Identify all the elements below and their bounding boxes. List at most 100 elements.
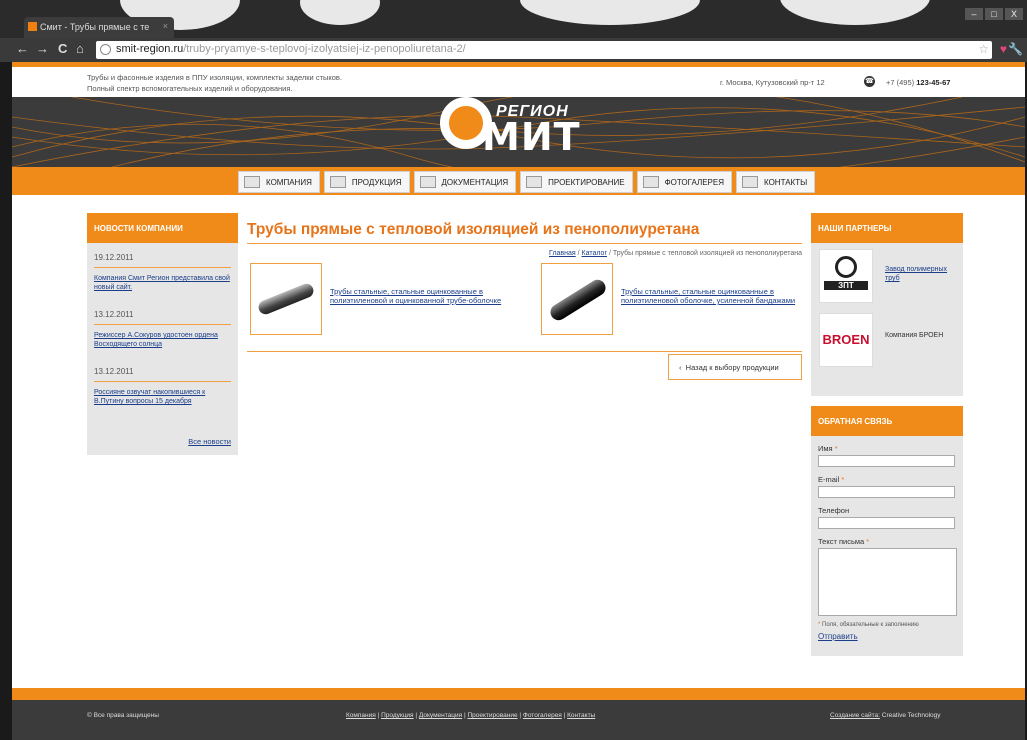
browser-tab[interactable]: Смит - Трубы прямые с те × (24, 17, 174, 38)
message-textarea[interactable] (818, 548, 957, 616)
footer-link-contacts[interactable]: Контакты (567, 712, 595, 719)
news-date: 19.12.2011 (94, 253, 231, 268)
phone: +7 (495) 123-45-67 (886, 78, 950, 87)
menu-label: ПРОДУКЦИЯ (351, 177, 402, 187)
menu-item-gallery[interactable]: ФОТОГАЛЕРЕЯ (636, 171, 732, 193)
tab-title: Смит - Трубы прямые с те (40, 22, 150, 32)
bookmark-star-icon[interactable]: ☆ (978, 42, 989, 56)
back-label: Назад к выбору продукции (685, 363, 779, 372)
main-menu: КОМПАНИЯ ПРОДУКЦИЯ ДОКУМЕНТАЦИЯ ПРОЕКТИР… (238, 171, 816, 193)
url-path: /truby-pryamye-s-teplovoj-izolyatsiej-iz… (183, 43, 466, 55)
footer-links: Компания | Продукция | Документация | Пр… (346, 712, 596, 719)
product-card[interactable]: Трубы стальные, стальные оцинкованные в … (541, 263, 811, 335)
banner: РЕГИОН МИТ (12, 97, 1025, 167)
product-thumbnail[interactable] (541, 263, 613, 335)
logo-main-text: МИТ (482, 115, 581, 159)
main-menu-bar: КОМПАНИЯ ПРОДУКЦИЯ ДОКУМЕНТАЦИЯ ПРОЕКТИР… (12, 167, 1025, 195)
site-credit: Создание сайта: Creative Technology (830, 712, 941, 719)
news-list: 19.12.2011 Компания Смит Регион представ… (87, 253, 238, 406)
product-list: Трубы стальные, стальные оцинкованные в … (247, 263, 802, 351)
url-input[interactable]: smit-region.ru/truby-pryamye-s-teplovoj-… (96, 41, 992, 59)
partner-logo-text: ЗПТ (824, 281, 868, 290)
name-label-text: Имя (818, 444, 833, 453)
phone-prefix: +7 (495) (886, 78, 915, 87)
required-note-text: Поля, обязательные к заполнению (822, 622, 919, 628)
main-content: Трубы прямые с тепловой изоляцией из пен… (247, 213, 802, 380)
required-note: * Поля, обязательные к заполнению (818, 622, 963, 628)
menu-label: ДОКУМЕНТАЦИЯ (441, 177, 509, 187)
footer-link-documentation[interactable]: Документация (419, 712, 462, 719)
heart-icon[interactable]: ♥ (1000, 42, 1007, 56)
name-field[interactable] (818, 455, 955, 467)
product-thumbnail[interactable] (250, 263, 322, 335)
forward-button[interactable]: → (36, 41, 49, 56)
partner-logo-broen[interactable]: BROEN (819, 313, 873, 367)
site-logo[interactable]: РЕГИОН МИТ (440, 97, 610, 167)
partner-logo-zpt[interactable]: ЗПТ (819, 249, 873, 303)
menu-item-company[interactable]: КОМПАНИЯ (238, 171, 320, 193)
all-news-link[interactable]: Все новости (188, 437, 231, 446)
back-button[interactable]: ← (16, 41, 29, 56)
title-divider (247, 243, 802, 244)
camera-icon (642, 176, 659, 188)
footer-link-products[interactable]: Продукция (381, 712, 414, 719)
partner-name: Компания БРОЕН (885, 332, 944, 339)
favicon-icon (28, 22, 37, 31)
menu-item-products[interactable]: ПРОДУКЦИЯ (323, 171, 410, 193)
phone-number: 123-45-67 (916, 78, 951, 87)
send-button[interactable]: Отправить (818, 632, 963, 641)
maximize-button[interactable]: □ (985, 8, 1003, 20)
browser-titlebar: Смит - Трубы прямые с те × – □ X (0, 0, 1027, 38)
address: г. Москва, Кутузовский пр-т 12 (720, 78, 825, 87)
breadcrumb: Главная / Каталог / Трубы прямые с тепло… (247, 250, 802, 257)
credit-text: Creative Technology (881, 712, 941, 719)
footer-link-gallery[interactable]: Фотогалерея (523, 712, 562, 719)
partner-item: ЗПТ Завод полимерных труб (811, 243, 963, 303)
message-label-text: Текст письма (818, 537, 865, 546)
theme-swirl (520, 0, 700, 25)
credit-link[interactable]: Создание сайта: (830, 712, 880, 719)
news-link[interactable]: Компания Смит Регион представила свой но… (94, 274, 231, 292)
message-label: Текст письма * (818, 537, 963, 546)
menu-label: ПРОЕКТИРОВАНИЕ (548, 177, 625, 187)
footer: © Все права защищены Компания | Продукци… (12, 700, 1025, 740)
breadcrumb-catalog-link[interactable]: Каталог (582, 250, 607, 257)
news-link[interactable]: Россияне озвучат накопившиеся к В.Путину… (94, 388, 231, 406)
wrench-icon[interactable]: 🔧 (1008, 42, 1023, 56)
reload-button[interactable]: C (58, 41, 67, 56)
partners-heading: НАШИ ПАРТНЕРЫ (811, 213, 963, 243)
footer-link-company[interactable]: Компания (346, 712, 376, 719)
pipes-icon (329, 176, 346, 188)
breadcrumb-current: Трубы прямые с тепловой изоляцией из пен… (612, 250, 802, 257)
news-link[interactable]: Режиссер А.Сокуров удостоен ордена Восхо… (94, 331, 231, 349)
email-field[interactable] (818, 486, 955, 498)
close-window-button[interactable]: X (1005, 8, 1023, 20)
partner-link[interactable]: Завод полимерных труб (885, 265, 955, 283)
content-divider (247, 351, 802, 352)
tagline: Трубы и фасонные изделия в ППУ изоляции,… (87, 72, 342, 94)
feedback-form: ОБРАТНАЯ СВЯЗЬ Имя * E-mail * Телефон Те… (811, 406, 963, 656)
factory-logo-icon (835, 256, 857, 278)
back-to-products-button[interactable]: ‹ Назад к выбору продукции (668, 354, 802, 380)
footer-accent-strip (12, 688, 1025, 700)
phone-field[interactable] (818, 517, 955, 529)
email-label-text: E-mail (818, 475, 840, 484)
menu-item-contacts[interactable]: КОНТАКТЫ (736, 171, 816, 193)
minimize-button[interactable]: – (965, 8, 983, 20)
page-title: Трубы прямые с тепловой изоляцией из пен… (247, 221, 700, 238)
tagline-line-1: Трубы и фасонные изделия в ППУ изоляции,… (87, 73, 342, 82)
product-link[interactable]: Трубы стальные, стальные оцинкованные в … (330, 287, 540, 305)
menu-item-documentation[interactable]: ДОКУМЕНТАЦИЯ (413, 171, 517, 193)
product-link[interactable]: Трубы стальные, стальные оцинкованные в … (621, 287, 831, 305)
breadcrumb-home-link[interactable]: Главная (549, 250, 576, 257)
menu-item-design[interactable]: ПРОЕКТИРОВАНИЕ (520, 171, 633, 193)
home-button[interactable]: ⌂ (76, 41, 84, 56)
tab-close-icon[interactable]: × (163, 21, 168, 31)
url-host: smit-region.ru (116, 43, 184, 55)
required-mark: * (834, 444, 838, 453)
building-icon (244, 176, 260, 188)
required-mark: * (866, 537, 870, 546)
product-card[interactable]: Трубы стальные, стальные оцинкованные в … (250, 263, 520, 335)
copyright: © Все права защищены (87, 712, 159, 719)
footer-link-design[interactable]: Проектирование (467, 712, 517, 719)
